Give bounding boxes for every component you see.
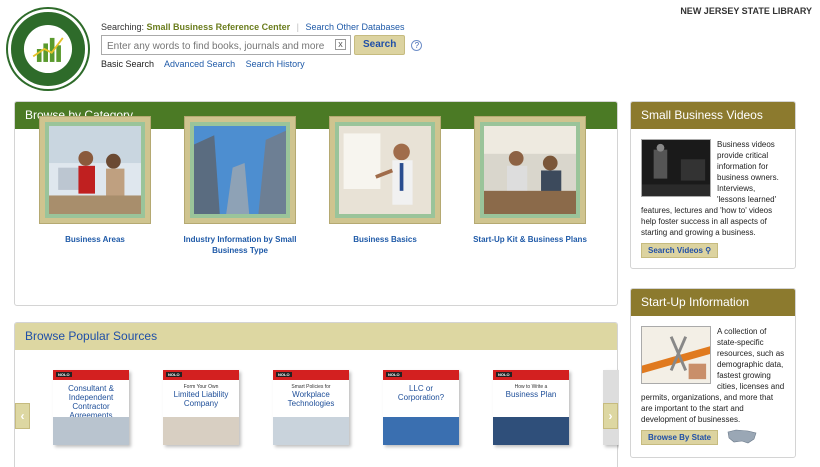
category-label[interactable]: Business Basics xyxy=(315,234,455,245)
ribbon-cutting-thumbnail[interactable] xyxy=(641,326,711,384)
usa-map-icon xyxy=(726,427,758,448)
search-input[interactable] xyxy=(102,37,327,56)
startup-body: A collection of state-specific resources… xyxy=(631,316,795,458)
category-image-frame xyxy=(474,116,586,224)
videos-panel: Small Business Videos Business videos pr… xyxy=(630,101,796,269)
category-image-frame xyxy=(184,116,296,224)
advanced-search-link[interactable]: Advanced Search xyxy=(164,59,235,69)
book-cover-image xyxy=(493,417,569,445)
videos-body: Business videos provide critical informa… xyxy=(631,129,795,268)
site-logo[interactable] xyxy=(8,9,88,89)
browse-by-state-button[interactable]: Browse By State xyxy=(641,430,719,445)
search-button[interactable]: Search xyxy=(354,35,406,55)
book-title: Limited Liability Company xyxy=(173,390,229,408)
category-label[interactable]: Industry Information by Small Business T… xyxy=(170,234,310,256)
search-row: x Search ? xyxy=(101,35,423,56)
book-cover[interactable]: NOLO Form Your Own Limited Liability Com… xyxy=(163,370,239,445)
clear-search-icon[interactable]: x xyxy=(335,39,346,50)
logo-chart-icon xyxy=(13,14,83,84)
video-thumbnail[interactable] xyxy=(641,139,711,197)
help-icon[interactable]: ? xyxy=(411,39,423,51)
search-other-databases-link[interactable]: Search Other Databases xyxy=(305,22,404,32)
search-mode-links: Basic Search Advanced Search Search Hist… xyxy=(101,59,313,69)
searching-label: Searching: xyxy=(101,22,145,32)
category-label[interactable]: Start-Up Kit & Business Plans xyxy=(460,234,600,245)
videos-title: Small Business Videos xyxy=(631,102,795,129)
book-cover-image xyxy=(163,417,239,445)
book-cover-image xyxy=(383,417,459,445)
carousel-prev-button[interactable]: ‹ xyxy=(15,403,30,429)
category-label[interactable]: Business Areas xyxy=(25,234,165,245)
book-cover[interactable]: NOLO Consultant & Independent Contractor… xyxy=(53,370,129,445)
startup-title: Start-Up Information xyxy=(631,289,795,316)
book-title: LLC or Corporation? xyxy=(397,384,445,402)
magnifier-icon: ⚲ xyxy=(705,246,712,255)
category-image-frame xyxy=(329,116,441,224)
book-title: Business Plan xyxy=(505,390,557,399)
book-title: Workplace Technologies xyxy=(287,390,335,408)
book-cover[interactable]: NOLO Smart Policies for Workplace Techno… xyxy=(273,370,349,445)
book-title: Consultant & Independent Contractor Agre… xyxy=(68,384,114,420)
category-startup-kit[interactable]: Start-Up Kit & Business Plans xyxy=(460,116,600,245)
publisher-label: NOLO xyxy=(166,372,182,377)
publisher-label: NOLO xyxy=(276,372,292,377)
search-videos-label: Search Videos xyxy=(648,246,703,255)
search-box: x xyxy=(101,35,351,56)
category-business-areas[interactable]: Business Areas xyxy=(25,116,165,245)
book-carousel: ‹ NOLO Consultant & Independent Contract… xyxy=(15,350,619,467)
popular-sources-title: Browse Popular Sources xyxy=(15,323,617,350)
meeting-photo xyxy=(484,126,576,214)
carousel-next-button[interactable]: › xyxy=(603,403,618,429)
book-cover[interactable]: NOLO LLC or Corporation? xyxy=(383,370,459,445)
book-cover-image xyxy=(53,417,129,445)
book-cover-image xyxy=(273,417,349,445)
publisher-label: NOLO xyxy=(386,372,402,377)
publisher-label: NOLO xyxy=(56,372,72,377)
category-image-frame xyxy=(39,116,151,224)
category-industry-information[interactable]: Industry Information by Small Business T… xyxy=(170,116,310,256)
presenter-photo xyxy=(339,126,431,214)
category-business-basics[interactable]: Business Basics xyxy=(315,116,455,245)
skyscrapers-photo xyxy=(194,126,286,214)
current-database: Small Business Reference Center xyxy=(146,22,291,32)
basic-search-link[interactable]: Basic Search xyxy=(101,59,154,69)
divider: | xyxy=(296,22,299,32)
browse-category-panel: Browse by Category Business Areas Indust… xyxy=(14,101,618,306)
publisher-label: NOLO xyxy=(496,372,512,377)
startup-panel: Start-Up Information A collection of sta… xyxy=(630,288,796,458)
popular-sources-panel: Browse Popular Sources ‹ NOLO Consultant… xyxy=(14,322,619,467)
library-name: NEW JERSEY STATE LIBRARY xyxy=(680,6,812,16)
office-team-photo xyxy=(49,126,141,214)
search-videos-button[interactable]: Search Videos ⚲ xyxy=(641,243,719,258)
search-history-link[interactable]: Search History xyxy=(246,59,305,69)
book-cover[interactable]: NOLO How to Write a Business Plan xyxy=(493,370,569,445)
searching-line: Searching: Small Business Reference Cent… xyxy=(101,22,405,32)
